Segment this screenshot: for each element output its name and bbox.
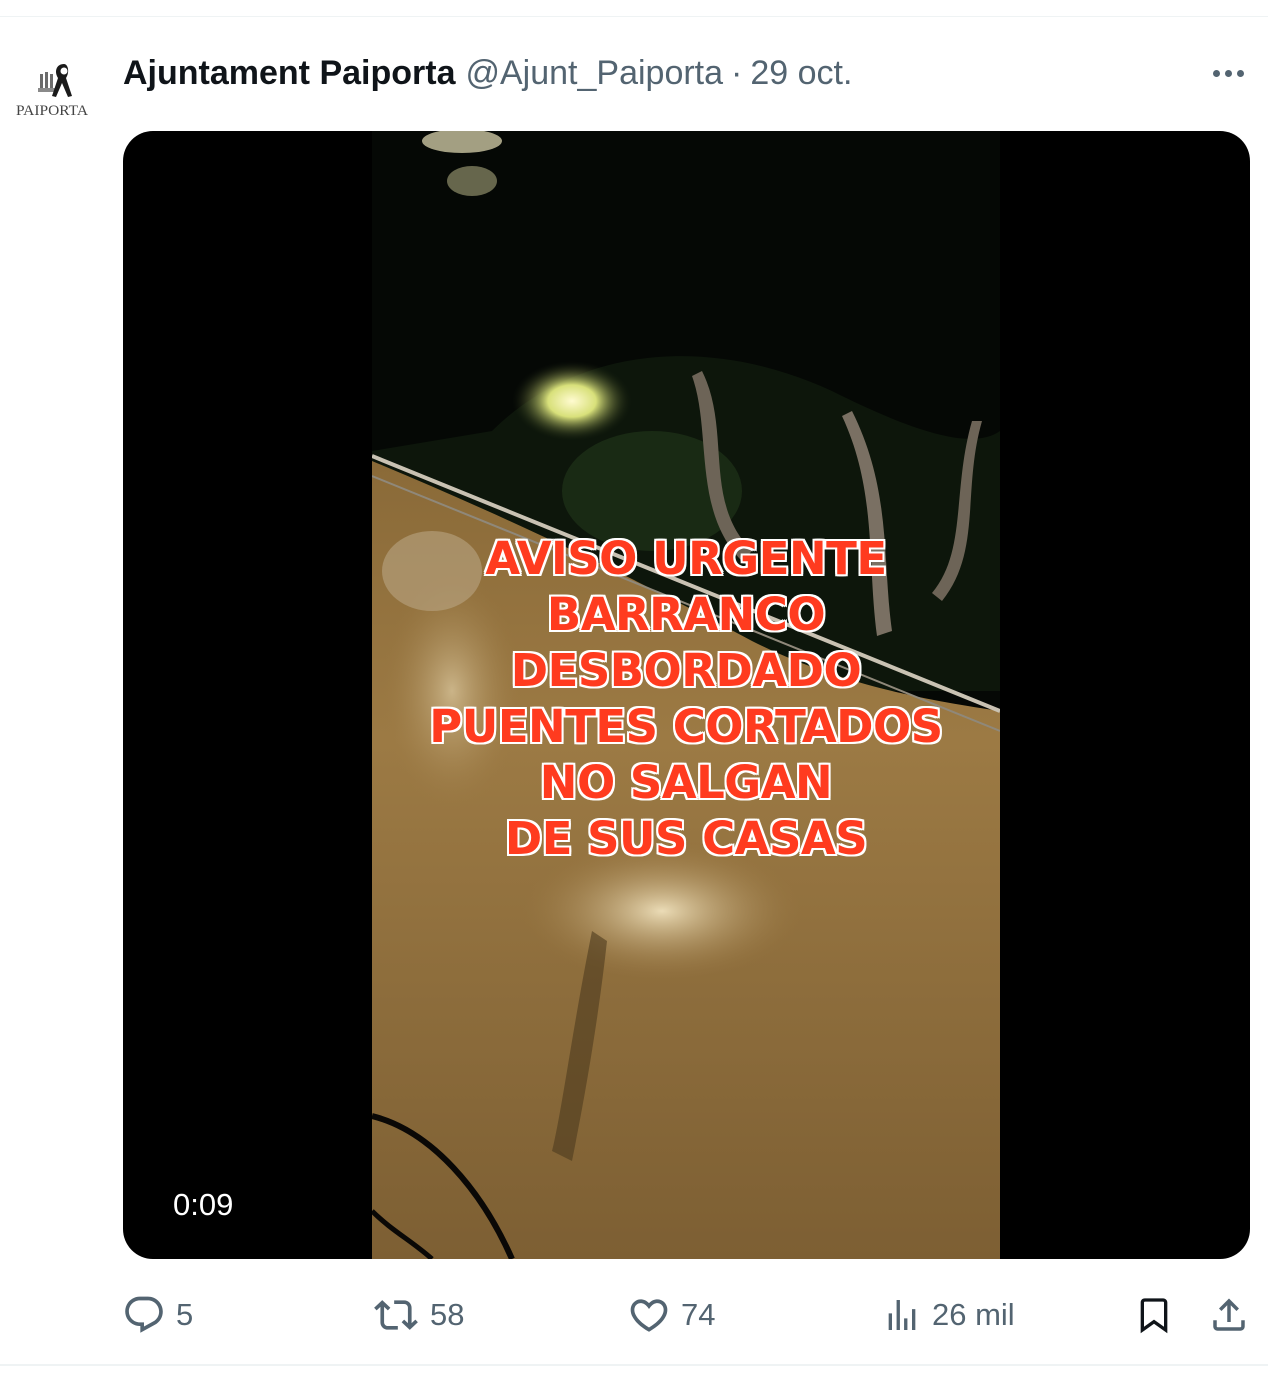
tweet-date[interactable]: 29 oct. <box>750 54 852 93</box>
share-button[interactable] <box>1208 1290 1250 1340</box>
overlay-line: DE SUS CASAS <box>504 812 868 865</box>
share-icon <box>1213 1298 1245 1331</box>
avatar-text: PAIPORTA <box>16 103 88 119</box>
reply-count: 5 <box>176 1297 194 1332</box>
like-button[interactable]: 74 <box>627 1290 715 1340</box>
more-icon[interactable] <box>1204 58 1252 88</box>
video-duration: 0:09 <box>173 1187 234 1222</box>
video-overlay-text: AVISO URGENTE BARRANCO DESBORDADO PUENTE… <box>372 531 1000 867</box>
bottom-divider <box>0 1364 1268 1366</box>
views-icon <box>888 1300 916 1330</box>
views-count: 26 mil <box>932 1297 1015 1332</box>
overlay-line: BARRANCO <box>546 588 826 641</box>
reply-button[interactable]: 5 <box>122 1290 193 1340</box>
header-separator: · <box>731 53 743 92</box>
more-dot <box>1236 69 1244 77</box>
bookmark-icon <box>1140 1298 1168 1334</box>
more-dot <box>1212 69 1220 77</box>
overlay-line: AVISO URGENTE <box>485 532 887 585</box>
overlay-line: NO SALGAN <box>539 756 833 809</box>
paiporta-logo-icon: PAIPORTA <box>16 64 88 119</box>
like-count: 74 <box>681 1297 716 1332</box>
overlay-line: DESBORDADO <box>510 644 862 697</box>
display-name[interactable]: Ajuntament Paiporta <box>123 54 455 93</box>
top-divider <box>0 16 1268 17</box>
retweet-icon <box>374 1300 418 1330</box>
retweet-button[interactable]: 58 <box>372 1290 464 1340</box>
tweet-header: Ajuntament Paiporta @Ajunt_Paiporta · 29… <box>123 50 852 96</box>
user-handle[interactable]: @Ajunt_Paiporta <box>465 54 723 93</box>
heart-icon <box>630 1299 668 1332</box>
retweet-count: 58 <box>430 1297 465 1332</box>
video-player[interactable]: AVISO URGENTE BARRANCO DESBORDADO PUENTE… <box>123 131 1250 1259</box>
more-dot <box>1224 69 1232 77</box>
overlay-line: PUENTES CORTADOS <box>429 700 943 753</box>
video-frame: AVISO URGENTE BARRANCO DESBORDADO PUENTE… <box>372 131 1000 1259</box>
bookmark-button[interactable] <box>1134 1290 1174 1340</box>
reply-icon <box>125 1296 163 1333</box>
avatar[interactable]: PAIPORTA <box>14 56 96 138</box>
views-button[interactable]: 26 mil <box>882 1290 1015 1340</box>
